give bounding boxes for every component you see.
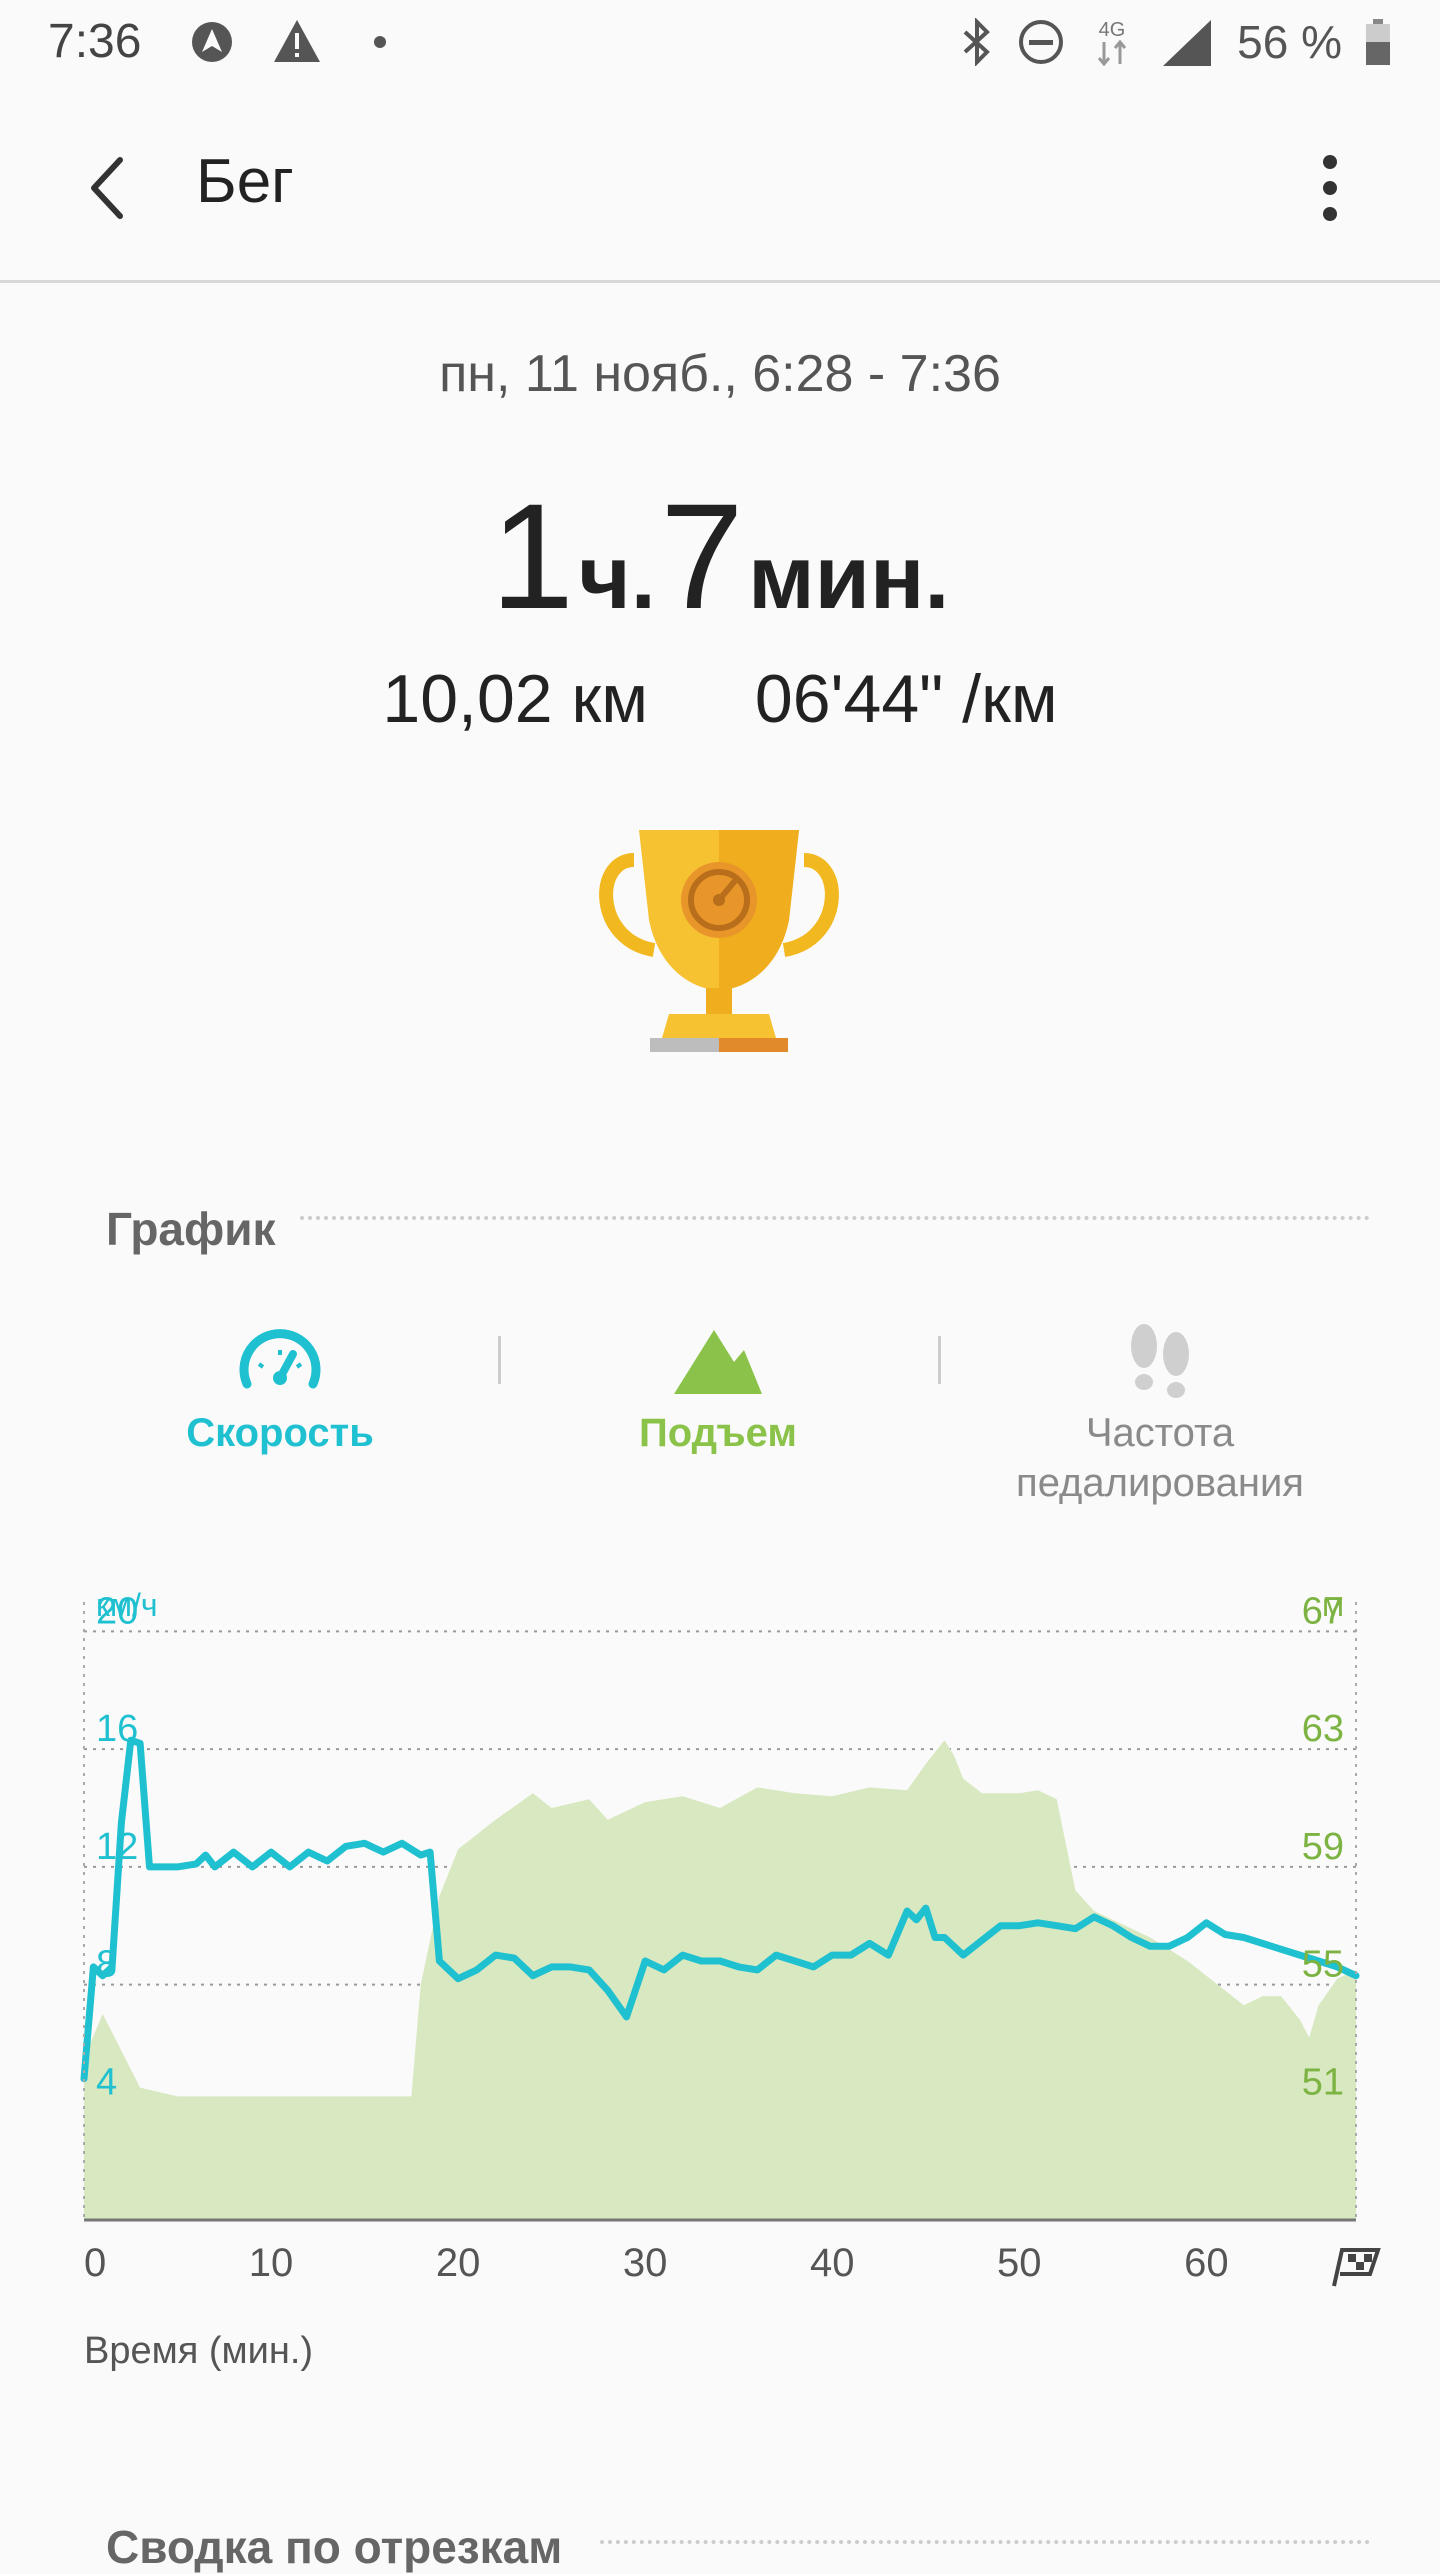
elevation-area	[84, 1740, 1356, 2220]
speedometer-icon	[239, 1329, 321, 1389]
tab-elevation[interactable]: Подъем	[498, 1320, 938, 1458]
section-divider	[600, 2540, 1370, 2544]
distance-value: 10,02 км	[382, 661, 648, 737]
y-right-tick-label: 59	[1302, 1826, 1344, 1868]
tab-elevation-label: Подъем	[639, 1411, 797, 1455]
y-right-tick-label: 51	[1302, 2061, 1344, 2103]
x-tick-label: 30	[623, 2241, 668, 2285]
finish-flag-icon	[1332, 2248, 1381, 2287]
status-right: 4G 56 %	[959, 14, 1392, 70]
battery-icon	[1366, 19, 1390, 65]
x-tick-label: 60	[1184, 2241, 1229, 2285]
y-left-tick-label: 20	[96, 1590, 138, 1632]
y-left-tick-label: 8	[96, 1944, 117, 1986]
x-tick-label: 40	[810, 2241, 855, 2285]
more-vert-icon[interactable]	[1290, 148, 1370, 228]
battery-percent: 56 %	[1237, 16, 1342, 68]
y-right-tick-label: 67	[1302, 1590, 1344, 1632]
pace-value: 06'44" /км	[754, 661, 1058, 737]
y-right-tick-label: 55	[1302, 1944, 1344, 1986]
x-tick-label: 10	[249, 2241, 294, 2285]
signal-icon	[1163, 20, 1212, 66]
duration-minutes-unit: мин.	[748, 528, 950, 628]
workout-date-range: пн, 11 нояб., 6:28 - 7:36	[439, 345, 1001, 403]
app-bar: Бег	[0, 84, 1440, 283]
trophy-icon	[599, 830, 839, 1052]
duration-minutes: 7	[660, 472, 744, 640]
dnd-icon	[1019, 20, 1064, 64]
x-axis-title: Время (мин.)	[84, 2330, 314, 2372]
y-left-tick-label: 4	[96, 2061, 117, 2103]
section-title-graph: График	[106, 1203, 276, 1255]
workout-duration: 1 ч. 7 мин.	[0, 470, 1440, 643]
footsteps-icon	[1131, 1324, 1189, 1398]
x-tick-label: 20	[436, 2241, 481, 2285]
speed-elevation-chart: км/ч м 20 6716 6312 598 554 510 10 20 30 40 50 60	[80, 1587, 1381, 2287]
y-right-tick-label: 63	[1302, 1708, 1344, 1750]
dot-icon	[374, 36, 386, 48]
navigation-icon	[192, 22, 232, 62]
section-divider	[300, 1216, 1370, 1220]
network-label: 4G	[1099, 19, 1126, 41]
tab-cadence-label-line2: педалирования	[1016, 1461, 1304, 1505]
y-left-tick-label: 16	[96, 1708, 138, 1750]
status-bar: 7:36 4G 56 %	[0, 0, 1440, 84]
bluetooth-icon	[963, 18, 991, 66]
y-left-tick-label: 12	[96, 1826, 138, 1868]
warning-icon	[274, 20, 320, 62]
duration-hours-unit: ч.	[578, 528, 656, 628]
status-time: 7:36	[48, 15, 142, 68]
back-arrow-icon[interactable]	[70, 148, 150, 228]
workout-stats: 10,02 км 06'44" /км	[0, 660, 1440, 738]
page-title: Бег	[196, 147, 294, 216]
x-tick-label: 50	[997, 2241, 1042, 2285]
tab-cadence[interactable]: Частота педалирования	[940, 1320, 1380, 1508]
duration-hours: 1	[490, 472, 575, 640]
mountain-icon	[674, 1330, 762, 1394]
tab-speed-label: Скорость	[186, 1411, 374, 1455]
network-4g-icon: 4G	[1097, 19, 1127, 67]
tab-speed[interactable]: Скорость	[60, 1320, 500, 1458]
section-title-laps: Сводка по отрезкам	[106, 2521, 563, 2573]
x-tick-label: 0	[84, 2241, 106, 2285]
tab-cadence-label-line1: Частота	[1085, 1411, 1235, 1455]
